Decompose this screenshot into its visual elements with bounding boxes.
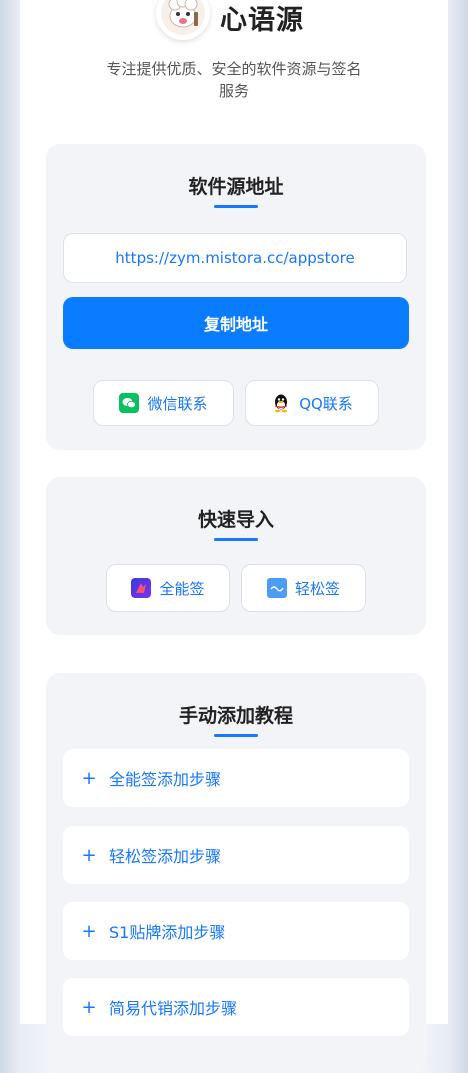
quanneng-app-icon [131, 578, 152, 598]
tutorial-step-item[interactable]: + 简易代销添加步骤 [63, 978, 409, 1036]
title-underline [214, 734, 258, 737]
quanneng-label: 全能签 [159, 579, 205, 598]
header: 心语源 专注提供优质、安全的软件资源与签名服务 [20, 0, 448, 110]
wechat-icon [119, 393, 140, 413]
import-card: 快速导入 全能签 轻松签 [46, 477, 426, 635]
tutorial-card: 手动添加教程 + 全能签添加步骤 + 轻松签添加步骤 + S1贴牌添加步骤 + … [46, 673, 426, 1073]
card-title: 快速导入 [197, 509, 274, 531]
qingsong-import-button[interactable]: 轻松签 [241, 564, 366, 612]
plus-icon: + [81, 996, 97, 1018]
app-name: 心语源 [220, 5, 304, 36]
step-label: 轻松签添加步骤 [109, 847, 222, 866]
step-label: 全能签添加步骤 [109, 770, 222, 789]
qingsong-label: 轻松签 [294, 579, 340, 598]
title-underline [214, 538, 258, 541]
step-label: S1贴牌添加步骤 [109, 923, 226, 942]
step-label: 简易代销添加步骤 [109, 999, 238, 1018]
logo-avatar [156, 0, 210, 40]
source-url-field[interactable]: https://zym.mistora.cc/appstore [63, 233, 407, 283]
source-card: 软件源地址 https://zym.mistora.cc/appstore 复制… [46, 144, 426, 450]
plus-icon: + [81, 920, 97, 942]
tutorial-step-item[interactable]: + S1贴牌添加步骤 [63, 902, 409, 960]
tutorial-step-item[interactable]: + 全能签添加步骤 [63, 749, 409, 807]
quanneng-import-button[interactable]: 全能签 [106, 564, 230, 612]
tagline: 专注提供优质、安全的软件资源与签名服务 [106, 60, 362, 100]
page: 心语源 专注提供优质、安全的软件资源与签名服务 软件源地址 https://zy… [20, 0, 448, 1073]
qingsong-app-icon [266, 578, 287, 598]
card-title: 手动添加教程 [178, 705, 293, 727]
sheep-logo-icon [161, 0, 205, 35]
tutorial-step-item[interactable]: + 轻松签添加步骤 [63, 826, 409, 884]
title-underline [214, 205, 258, 208]
qq-contact-label: QQ联系 [299, 394, 353, 413]
copy-address-button[interactable]: 复制地址 [63, 297, 409, 349]
wechat-contact-button[interactable]: 微信联系 [93, 380, 234, 426]
qq-penguin-icon [271, 393, 291, 413]
wechat-contact-label: 微信联系 [147, 394, 208, 413]
card-title: 软件源地址 [188, 176, 284, 198]
plus-icon: + [81, 767, 97, 789]
qq-contact-button[interactable]: QQ联系 [245, 380, 379, 426]
plus-icon: + [81, 844, 97, 866]
